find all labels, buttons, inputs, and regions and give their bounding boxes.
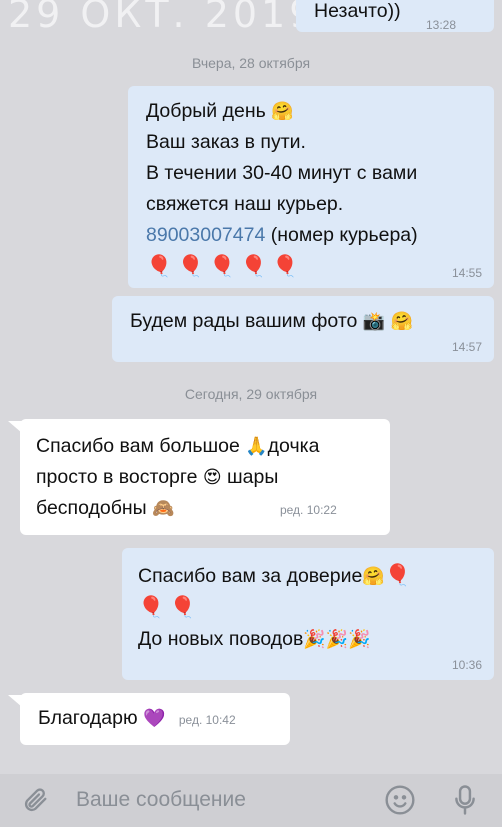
- message-line: Спасибо вам за доверие🤗🎈: [138, 560, 494, 592]
- message-text: До новых поводов: [138, 628, 304, 650]
- message-text: Добрый день: [146, 100, 266, 122]
- message-input[interactable]: Ваше сообщение: [76, 788, 246, 812]
- heart-eyes-emoji: 😍: [202, 467, 222, 488]
- message-line: просто в восторге 😍 шары: [36, 462, 390, 493]
- message-bubble-incoming[interactable]: Благодарю 💜 ред. 10:42: [20, 693, 290, 745]
- message-line: свяжется наш курьер.: [146, 193, 344, 215]
- party-popper-emoji: 🎉🎉🎉: [303, 629, 371, 650]
- balloon-icon: 🎈: [169, 596, 196, 619]
- message-bubble-outgoing[interactable]: Незачто)) 13:28: [296, 0, 494, 32]
- balloon-icon: 🎈: [272, 255, 299, 278]
- message-time: 14:57: [451, 340, 482, 354]
- hugging-face-emoji: 🤗: [271, 101, 294, 122]
- message-time: 10:36: [451, 658, 482, 672]
- balloon-emoji-row: 🎈 🎈: [138, 592, 494, 624]
- message-text: (номер курьера): [265, 224, 418, 246]
- message-line: Добрый день 🤗: [146, 96, 494, 127]
- hugging-face-emoji: 🤗: [390, 311, 414, 332]
- message-text: дочка: [267, 435, 320, 457]
- hugging-face-emoji: 🤗: [362, 566, 385, 587]
- balloon-icon: 🎈: [384, 564, 411, 587]
- bubble-tail: [8, 695, 22, 707]
- message-text: Незачто)): [314, 0, 401, 22]
- message-bubble-incoming[interactable]: Спасибо вам большое 🙏дочка просто в вост…: [20, 419, 390, 535]
- message-line: В течении 30-40 минут с вами: [146, 162, 418, 184]
- message-text: Спасибо вам большое: [36, 435, 240, 457]
- bubble-tail: [8, 421, 22, 433]
- message-line: До новых поводов🎉🎉🎉: [138, 624, 494, 655]
- balloon-icon: 🎈: [209, 255, 236, 278]
- paperclip-icon[interactable]: [22, 786, 50, 819]
- folded-hands-emoji: 🙏: [245, 436, 268, 457]
- message-text: Спасибо вам за доверие: [138, 565, 363, 587]
- message-line: Спасибо вам большое 🙏дочка: [36, 431, 390, 462]
- purple-heart-emoji: 💜: [143, 708, 166, 729]
- message-time: 14:55: [451, 266, 482, 280]
- date-separator: Вчера, 28 октября: [191, 55, 311, 71]
- message-text: Благодарю: [38, 707, 138, 729]
- balloon-emoji-row: 🎈 🎈 🎈 🎈 🎈: [146, 251, 494, 283]
- microphone-icon[interactable]: [452, 784, 478, 821]
- message-time: ред. 10:22: [279, 503, 337, 517]
- message-composer: Ваше сообщение: [0, 774, 502, 827]
- message-time: ред. 10:42: [178, 713, 236, 727]
- camera-flash-emoji: 📸: [362, 311, 386, 332]
- message-line: Ваш заказ в пути.: [146, 131, 306, 153]
- smiley-icon[interactable]: [384, 784, 416, 821]
- balloon-icon: 🎈: [138, 596, 165, 619]
- message-text: просто в восторге: [36, 466, 198, 488]
- message-text: Будем рады вашим фото: [130, 310, 358, 332]
- message-bubble-outgoing[interactable]: Будем рады вашим фото 📸 🤗 14:57: [112, 296, 494, 362]
- phone-link[interactable]: 89003007474: [146, 224, 265, 246]
- see-no-evil-monkey-emoji: 🙈: [152, 498, 175, 519]
- balloon-icon: 🎈: [146, 255, 173, 278]
- message-bubble-outgoing[interactable]: Добрый день 🤗 Ваш заказ в пути. В течени…: [128, 86, 494, 288]
- balloon-icon: 🎈: [177, 255, 204, 278]
- date-separator: Сегодня, 29 октября: [184, 386, 318, 402]
- balloon-icon: 🎈: [240, 255, 267, 278]
- message-text: шары: [227, 466, 279, 488]
- message-time: 13:28: [426, 18, 457, 32]
- message-line: 89003007474 (номер курьера): [146, 220, 494, 251]
- message-line: бесподобны 🙈 ред. 10:22: [36, 493, 390, 526]
- message-bubble-outgoing[interactable]: Спасибо вам за доверие🤗🎈 🎈 🎈 До новых по…: [122, 548, 494, 680]
- message-text: бесподобны: [36, 497, 147, 519]
